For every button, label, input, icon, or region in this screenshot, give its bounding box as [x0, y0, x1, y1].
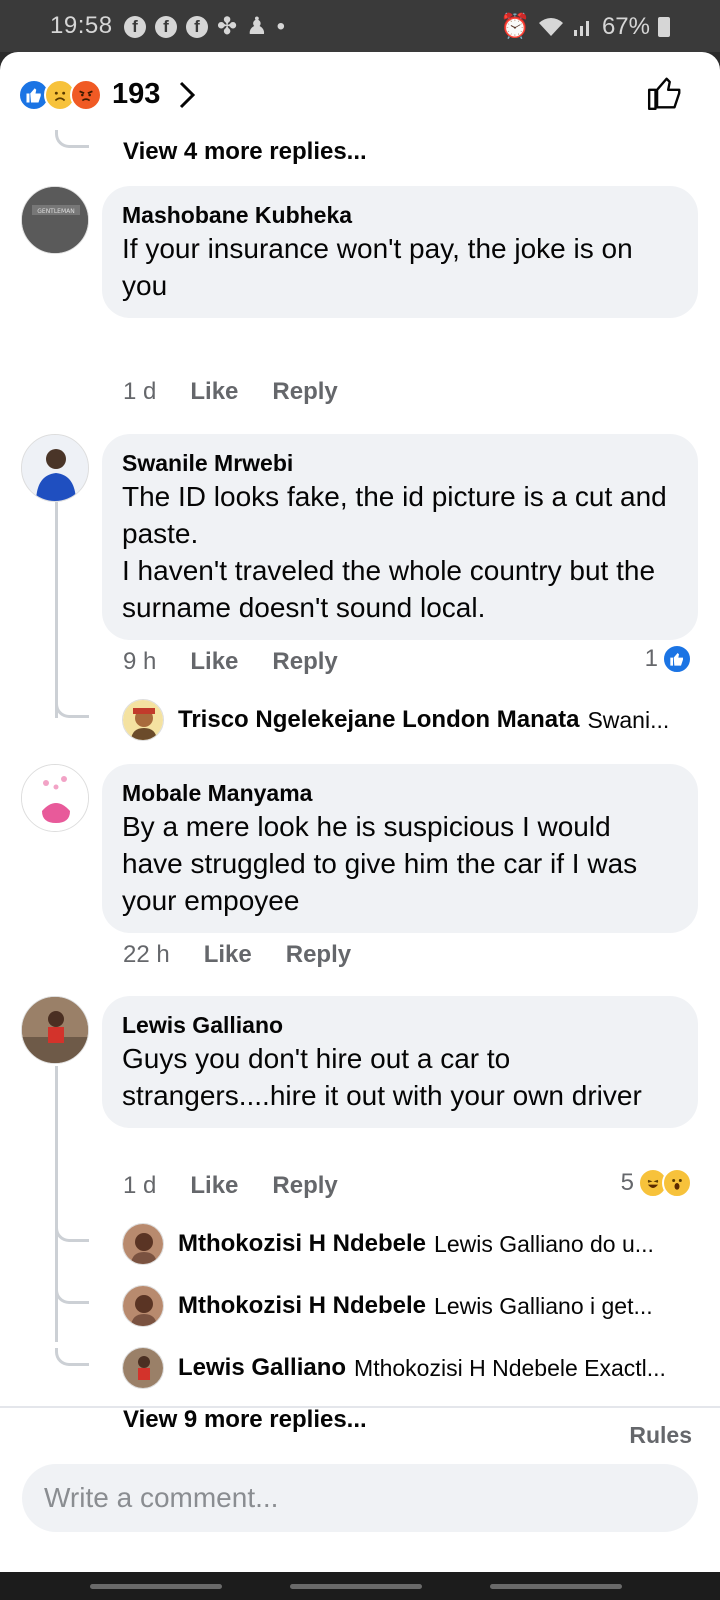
- comment-author[interactable]: Swanile Mrwebi: [122, 448, 678, 478]
- reply-preview[interactable]: Mthokozisi H Ndebele Lewis Galliano i ge…: [122, 1284, 702, 1328]
- avatar: [122, 699, 164, 741]
- facebook-notification-icon: f: [124, 15, 146, 38]
- like-button-icon[interactable]: [646, 74, 684, 112]
- signal-icon: [573, 20, 589, 36]
- comment-time: 1 d: [123, 1172, 157, 1199]
- thread-connector: [55, 130, 89, 148]
- more-notifications-dot: •: [276, 12, 286, 40]
- comment-time: 22 h: [123, 941, 170, 968]
- comment-time: 9 h: [123, 648, 157, 675]
- like-button[interactable]: Like: [190, 1172, 238, 1200]
- like-reaction-icon: [662, 644, 692, 674]
- comment-actions: 1 d Like Reply: [123, 1172, 338, 1200]
- reply-author: Trisco Ngelekejane London Manata: [178, 706, 580, 733]
- comment-reaction-count: 1: [644, 645, 658, 672]
- system-icons: ⏰ 67%: [500, 12, 670, 41]
- thread-connector: [55, 1224, 89, 1242]
- divider: [0, 1406, 720, 1408]
- nav-home-indicator[interactable]: [290, 1584, 422, 1589]
- reply-snippet: Lewis Galliano do u...: [434, 1230, 654, 1257]
- comment-actions: 22 h Like Reply: [123, 941, 351, 969]
- status-bar: 19:58 f f f ✤ ♟ • ⏰ 67%: [0, 0, 720, 52]
- avatar: [122, 1347, 164, 1389]
- comment-actions: 9 h Like Reply: [123, 648, 338, 676]
- like-button[interactable]: Like: [190, 378, 238, 406]
- avatar[interactable]: [21, 764, 89, 832]
- reply-button[interactable]: Reply: [272, 378, 337, 406]
- reply-author: Mthokozisi H Ndebele: [178, 1230, 427, 1257]
- comment-text: If your insurance won't pay, the joke is…: [122, 233, 633, 301]
- reply-snippet: Mthokozisi H Ndebele Exactl...: [354, 1354, 666, 1381]
- comments-sheet: 193 View 4 more replies... GENTLEMAN Mas…: [0, 52, 720, 1572]
- notification-icons: f f f ✤ ♟ •: [124, 12, 285, 41]
- reply-button[interactable]: Reply: [272, 648, 337, 676]
- comment-author[interactable]: Mashobane Kubheka: [122, 200, 678, 230]
- comment-bubble[interactable]: Mashobane Kubheka If your insurance won'…: [102, 186, 698, 318]
- comment-bubble[interactable]: Lewis Galliano Guys you don't hire out a…: [102, 996, 698, 1128]
- avatar[interactable]: [21, 996, 89, 1064]
- reaction-count: 193: [112, 78, 161, 110]
- comment-bubble[interactable]: Swanile Mrwebi The ID looks fake, the id…: [102, 434, 698, 640]
- thread-connector: [55, 1286, 89, 1304]
- comment-actions: 1 d Like Reply: [123, 378, 338, 406]
- facebook-notification-icon: f: [155, 15, 177, 38]
- view-more-replies-link[interactable]: View 9 more replies...: [123, 1406, 367, 1434]
- reply-preview[interactable]: Mthokozisi H Ndebele Lewis Galliano do u…: [122, 1222, 702, 1266]
- nav-recents-indicator[interactable]: [90, 1584, 222, 1589]
- status-time: 19:58: [50, 12, 113, 39]
- alarm-icon: ⏰: [500, 13, 530, 40]
- reactions-summary[interactable]: 193: [18, 78, 196, 111]
- comments-header: 193: [0, 52, 720, 138]
- avatar: [122, 1285, 164, 1327]
- comment-text: The ID looks fake, the id picture is a c…: [122, 481, 667, 623]
- view-more-replies-link[interactable]: View 4 more replies...: [123, 138, 367, 166]
- chevron-right-icon: [180, 81, 196, 108]
- avatar[interactable]: [21, 434, 89, 502]
- comment-text: By a mere look he is suspicious I would …: [122, 811, 638, 916]
- avatar: [122, 1223, 164, 1265]
- rules-link[interactable]: Rules: [629, 1422, 692, 1449]
- reply-button[interactable]: Reply: [286, 941, 351, 969]
- angry-reaction-icon: [70, 78, 102, 111]
- thread-line: [55, 1066, 58, 1342]
- bixby-icon: ♟: [246, 13, 268, 40]
- avatar[interactable]: GENTLEMAN: [21, 186, 89, 254]
- comment-input[interactable]: Write a comment...: [22, 1464, 698, 1532]
- comment-reaction-count: 5: [620, 1169, 634, 1196]
- comment-author[interactable]: Mobale Manyama: [122, 778, 678, 808]
- thread-connector: [55, 700, 89, 718]
- comment-reactions[interactable]: 1: [645, 644, 692, 674]
- thread-connector: [55, 1348, 89, 1366]
- comment-text: Guys you don't hire out a car to strange…: [122, 1043, 642, 1111]
- svg-text:GENTLEMAN: GENTLEMAN: [37, 208, 75, 215]
- comment-bubble[interactable]: Mobale Manyama By a mere look he is susp…: [102, 764, 698, 933]
- facebook-notification-icon: f: [186, 15, 208, 38]
- pinwheel-icon: ✤: [217, 13, 238, 40]
- reply-button[interactable]: Reply: [272, 1172, 337, 1200]
- wifi-icon: [538, 17, 563, 36]
- system-nav-bar: [0, 1572, 720, 1600]
- comment-reactions[interactable]: 5: [621, 1168, 692, 1198]
- comment-author[interactable]: Lewis Galliano: [122, 1010, 678, 1040]
- comment-time: 1 d: [123, 378, 157, 405]
- reply-author: Lewis Galliano: [178, 1354, 347, 1381]
- reply-snippet: Swani...: [587, 706, 670, 733]
- reply-snippet: Lewis Galliano i get...: [434, 1292, 653, 1319]
- battery-percent: 67%: [601, 12, 650, 40]
- reply-preview[interactable]: Trisco Ngelekejane London Manata Swani..…: [122, 698, 702, 742]
- battery-icon: [658, 16, 670, 37]
- reply-preview[interactable]: Lewis Galliano Mthokozisi H Ndebele Exac…: [122, 1346, 702, 1390]
- like-button[interactable]: Like: [204, 941, 252, 969]
- nav-back-indicator[interactable]: [490, 1584, 622, 1589]
- wow-reaction-icon: [662, 1168, 692, 1198]
- thread-line: [55, 502, 58, 718]
- reply-author: Mthokozisi H Ndebele: [178, 1292, 427, 1319]
- like-button[interactable]: Like: [190, 648, 238, 676]
